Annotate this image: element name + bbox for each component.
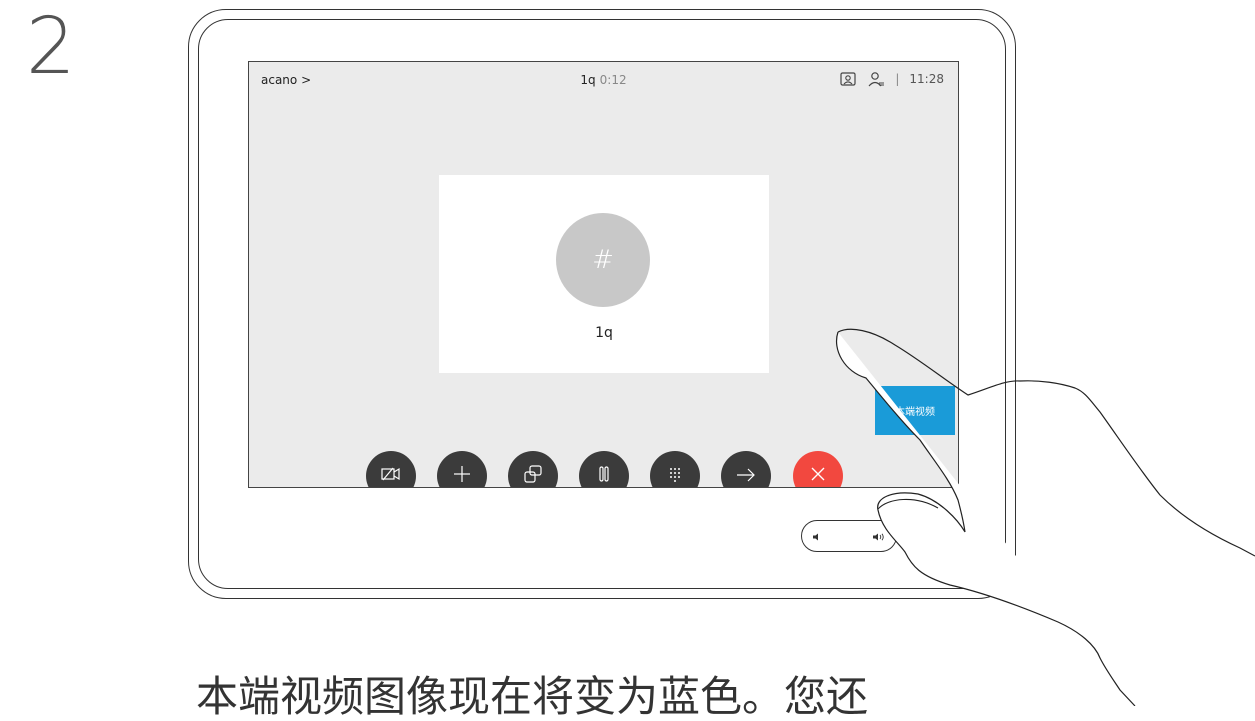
plus-icon xyxy=(453,465,471,487)
avatar: # xyxy=(556,213,650,307)
keypad-button[interactable] xyxy=(650,451,700,487)
call-timer: 0:12 xyxy=(599,73,627,87)
volume-control[interactable] xyxy=(801,520,897,552)
layout-button[interactable] xyxy=(508,451,558,487)
transfer-icon xyxy=(736,467,756,486)
status-area: | 11:28 xyxy=(839,70,944,88)
instruction-caption: 本端视频图像现在将变为蓝色。您还 xyxy=(196,672,869,721)
hold-icon xyxy=(597,466,611,486)
end-call-button[interactable] xyxy=(793,451,843,487)
step-number: 2 xyxy=(26,2,76,92)
volume-down-icon[interactable] xyxy=(812,527,822,546)
selfview-icon[interactable] xyxy=(839,70,857,88)
participant-card: # 1q 本端视频 xyxy=(439,175,955,435)
clock: 11:28 xyxy=(909,72,944,86)
participants-icon[interactable] xyxy=(867,70,885,88)
keypad-icon xyxy=(668,466,682,486)
end-call-icon xyxy=(810,466,826,486)
call-title-label: 1q xyxy=(580,73,596,87)
layout-icon xyxy=(524,465,542,487)
participant-name: 1q xyxy=(595,325,613,341)
add-participant-button[interactable] xyxy=(437,451,487,487)
camera-off-button[interactable] xyxy=(366,451,416,487)
touch-panel-screen: acano > 1q 0:12 | 11:28 # 1q 本端视频 xyxy=(248,61,959,488)
divider: | xyxy=(895,72,900,86)
self-view-tile[interactable]: 本端视频 xyxy=(875,386,955,435)
camera-off-icon xyxy=(381,466,401,486)
hold-button[interactable] xyxy=(579,451,629,487)
volume-up-icon[interactable] xyxy=(872,527,886,546)
transfer-button[interactable] xyxy=(721,451,771,487)
